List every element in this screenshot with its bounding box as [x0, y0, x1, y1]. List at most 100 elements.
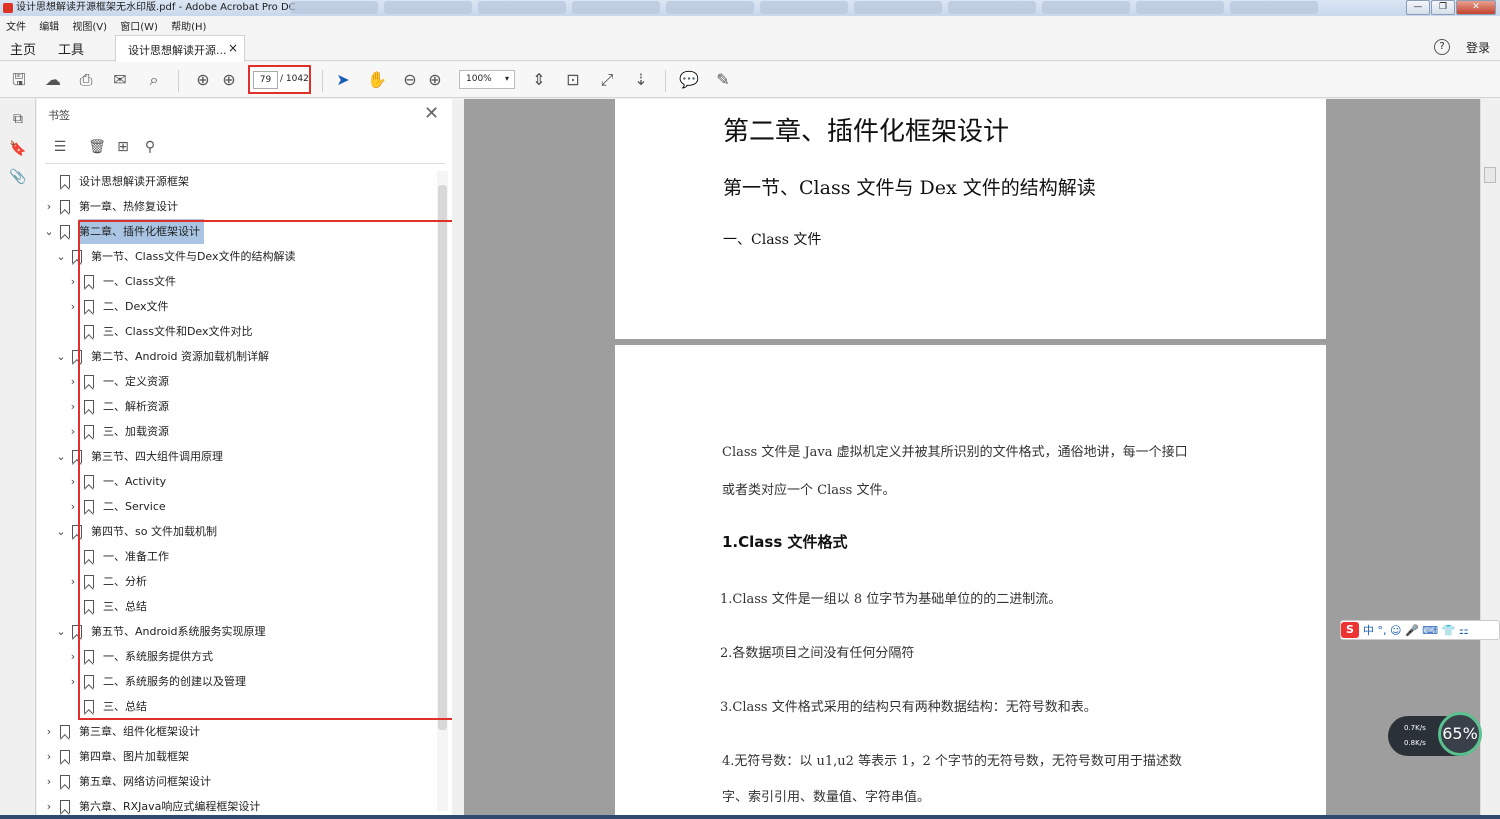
list-item: 4.无符号数：以 u1,u2 等表示 1，2 个字节的无符号数，无符号数可用于描…	[722, 754, 1182, 769]
list-item: 字、索引引用、数量值、字符串值。	[722, 790, 931, 805]
list-item: 1.Class 文件是一组以 8 位字节为基础单位的的二进制流。	[720, 592, 1062, 607]
chevron-right-icon[interactable]: ›	[68, 294, 78, 319]
save-icon[interactable]: 🖫	[9, 70, 29, 90]
pdf-page: 第二章、插件化框架设计 第一节、Class 文件与 Dex 文件的结构解读 一、…	[615, 99, 1326, 339]
chevron-right-icon[interactable]: ›	[68, 269, 78, 294]
read-mode-icon[interactable]: ⇣	[631, 70, 651, 90]
print-icon[interactable]: ⎙	[76, 70, 96, 90]
bookmark-icon	[60, 175, 70, 188]
bookmark-icon	[60, 800, 70, 813]
bookmark-icon	[60, 750, 70, 763]
ime-status-icons[interactable]: 中 °, ☺ 🎤 ⌨ 👕 ⚏	[1363, 622, 1469, 638]
chevron-down-icon[interactable]: ⌄	[56, 444, 66, 469]
window-title: 设计思想解读开源框架无水印版.pdf - Adobe Acrobat Pro D…	[16, 2, 296, 13]
highlight-frame	[78, 220, 470, 720]
list-item: 2.各数据项目之间没有任何分隔符	[720, 646, 915, 661]
chevron-right-icon[interactable]: ›	[44, 769, 54, 794]
bookmark-item[interactable]: › 第四章、图片加载框架	[37, 744, 432, 769]
bookmarks-panel: 书签 ✕ ☰ 🗑 ⊞ ⚲ 设计思想解读开源框架 › 第一章、热修复设计 ⌄ 第二章、插件…	[37, 99, 470, 815]
bookmark-label: 第四章、图片加载框架	[79, 750, 189, 763]
bookmark-item[interactable]: › 第一章、热修复设计	[37, 194, 432, 219]
page-number-input[interactable]: 79	[253, 71, 278, 89]
bookmark-icon	[60, 775, 70, 788]
bookmarks-title: 书签	[48, 109, 70, 122]
previous-page-icon[interactable]: ⊕	[193, 70, 213, 90]
bookmark-icon	[60, 225, 70, 238]
chevron-right-icon[interactable]: ›	[44, 719, 54, 744]
input-method-bar[interactable]: S 中 °, ☺ 🎤 ⌨ 👕 ⚏	[1340, 620, 1500, 640]
find-bookmark-icon[interactable]: ⚲	[140, 137, 160, 157]
document-tab-close-icon[interactable]: ×	[228, 41, 238, 55]
bookmark-label: 第三章、组件化框架设计	[79, 725, 200, 738]
navigation-rail: ⧉ 🔖 📎	[0, 99, 36, 815]
download-speed: 0.8K/s	[1404, 739, 1426, 747]
close-panel-icon[interactable]: ✕	[424, 103, 439, 124]
hand-tool-icon[interactable]: ✋	[367, 70, 387, 90]
sign-pen-icon[interactable]: ✎	[713, 70, 733, 90]
chevron-right-icon[interactable]: ›	[68, 394, 78, 419]
chevron-right-icon[interactable]: ›	[68, 494, 78, 519]
minimize-button[interactable]: —	[1406, 0, 1430, 15]
chevron-right-icon[interactable]: ›	[44, 744, 54, 769]
system-taskbar	[0, 815, 1500, 819]
comment-icon[interactable]: 💬	[679, 70, 699, 90]
new-bookmark-icon[interactable]: ⊞	[113, 137, 133, 157]
subsection-heading: 一、Class 文件	[723, 232, 822, 248]
chevron-right-icon[interactable]: ›	[68, 669, 78, 694]
chapter-heading: 第二章、插件化框架设计	[723, 117, 1010, 147]
chevron-down-icon: ▾	[504, 74, 509, 83]
chevron-right-icon[interactable]: ›	[68, 644, 78, 669]
options-menu-icon[interactable]: ☰	[50, 137, 70, 157]
page-thumbnails-icon[interactable]: ⧉	[9, 111, 27, 129]
bookmark-item[interactable]: › 第五章、网络访问框架设计	[37, 769, 432, 794]
home-tab[interactable]: 主页	[10, 39, 36, 58]
paragraph: 或者类对应一个 Class 文件。	[722, 483, 896, 498]
fit-page-icon[interactable]: ⊡	[563, 70, 583, 90]
chevron-down-icon[interactable]: ⌄	[56, 344, 66, 369]
chevron-down-icon[interactable]: ⌄	[44, 219, 54, 244]
email-icon[interactable]: ✉	[110, 70, 130, 90]
close-button[interactable]: ✕	[1456, 0, 1496, 15]
attachment-icon[interactable]: 📎	[9, 169, 27, 187]
document-viewer: 第二章、插件化框架设计 第一节、Class 文件与 Dex 文件的结构解读 一、…	[464, 99, 1480, 815]
select-cursor-icon[interactable]: ➤	[333, 70, 353, 90]
chevron-right-icon[interactable]: ›	[44, 194, 54, 219]
acrobat-app-icon	[3, 3, 13, 13]
next-page-icon[interactable]: ⊕	[219, 70, 239, 90]
bookmark-item[interactable]: 设计思想解读开源框架	[37, 169, 432, 194]
taskbar-preview-strip	[290, 1, 1400, 15]
document-scroll-thumb[interactable]	[1484, 167, 1496, 183]
zoom-in-icon[interactable]: ⊕	[425, 70, 445, 90]
sogou-logo-icon: S	[1341, 622, 1359, 638]
chevron-right-icon[interactable]: ›	[68, 469, 78, 494]
chevron-down-icon[interactable]: ⌄	[56, 519, 66, 544]
bookmark-panel-icon[interactable]: 🔖	[9, 141, 27, 159]
chevron-right-icon[interactable]: ›	[68, 419, 78, 444]
full-screen-icon[interactable]: ⤢	[597, 70, 617, 90]
bookmark-label: 第五章、网络访问框架设计	[79, 775, 211, 788]
menu-bar: 文件 编辑 视图(V) 窗口(W) 帮助(H)	[0, 16, 1500, 33]
maximize-button[interactable]: ❐	[1431, 0, 1455, 15]
network-monitor-widget[interactable]: 0.7K/s 0.8K/s 65%	[1388, 712, 1482, 756]
zoom-select[interactable]: 100% ▾	[459, 70, 515, 89]
tools-tab[interactable]: 工具	[58, 39, 84, 58]
bookmark-icon	[60, 200, 70, 213]
scroll-mode-icon[interactable]: ⇕	[529, 70, 549, 90]
document-scrollbar[interactable]	[1480, 99, 1500, 815]
chevron-right-icon[interactable]: ›	[68, 369, 78, 394]
search-icon[interactable]: ⌕	[144, 70, 164, 90]
document-tab[interactable]: 设计思想解读开源... ×	[115, 35, 245, 62]
login-link[interactable]: 登录	[1466, 39, 1490, 56]
title-bar: 设计思想解读开源框架无水印版.pdf - Adobe Acrobat Pro D…	[0, 0, 1500, 16]
chevron-down-icon[interactable]: ⌄	[56, 619, 66, 644]
bookmark-icon	[60, 725, 70, 738]
zoom-out-icon[interactable]: ⊖	[400, 70, 420, 90]
help-icon[interactable]: ?	[1434, 39, 1450, 55]
delete-bookmark-icon[interactable]: 🗑	[87, 137, 107, 157]
panel-splitter[interactable]	[452, 99, 464, 815]
bookmark-item[interactable]: › 第三章、组件化框架设计	[37, 719, 432, 744]
chevron-right-icon[interactable]: ›	[68, 569, 78, 594]
chevron-down-icon[interactable]: ⌄	[56, 244, 66, 269]
upload-speed: 0.7K/s	[1404, 724, 1426, 732]
upload-cloud-icon[interactable]: ☁	[43, 70, 63, 90]
